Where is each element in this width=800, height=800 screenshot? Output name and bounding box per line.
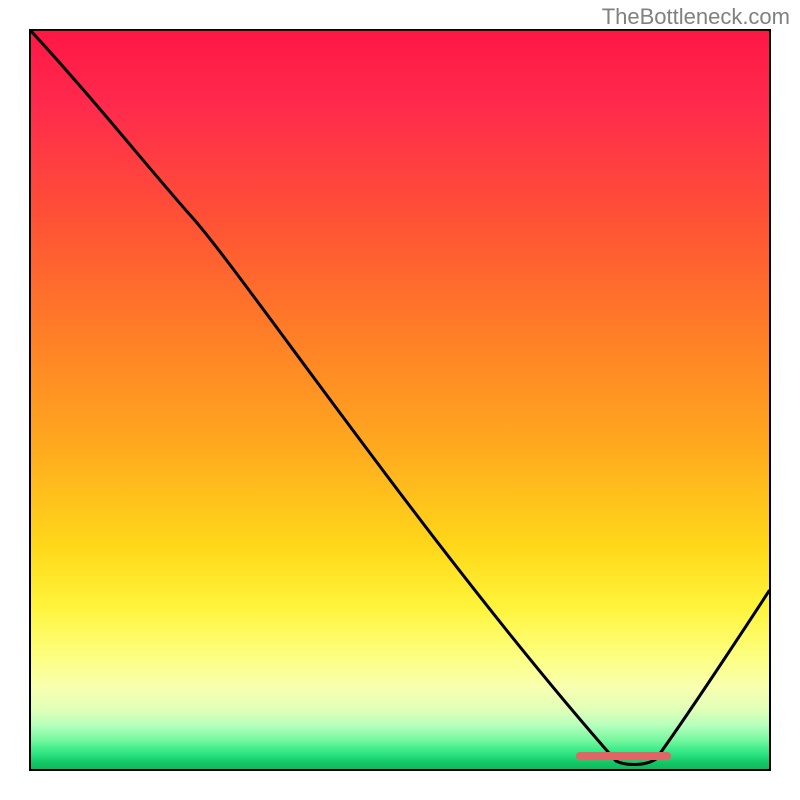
bottleneck-curve — [31, 31, 769, 769]
watermark-text: TheBottleneck.com — [602, 4, 790, 30]
curve-path — [31, 31, 769, 765]
plot-frame — [29, 29, 771, 771]
optimal-range-marker — [576, 752, 671, 760]
